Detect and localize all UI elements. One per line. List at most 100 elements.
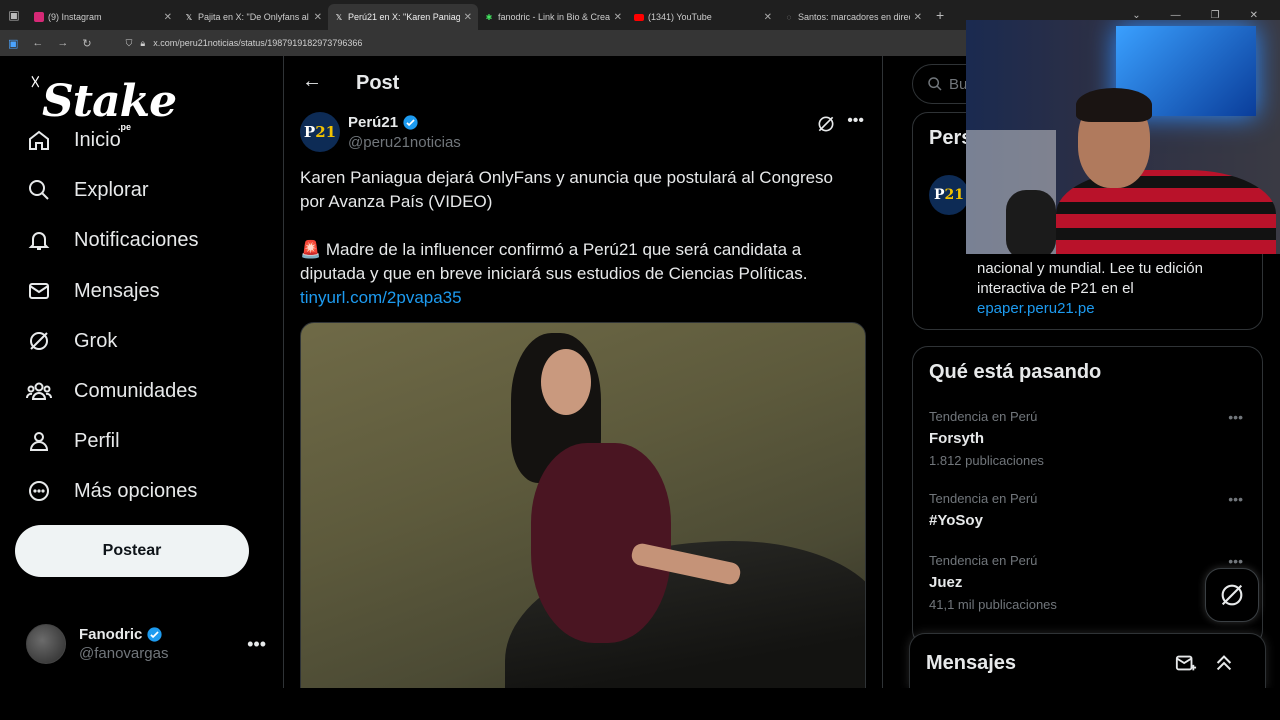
grok-floating-button[interactable]: [1205, 568, 1259, 622]
back-arrow-icon[interactable]: ←: [302, 70, 322, 93]
browser-tab[interactable]: ✱ fanodric - Link in Bio & Creator ✕: [478, 4, 628, 30]
close-icon[interactable]: ✕: [164, 12, 172, 23]
close-window-icon[interactable]: ✕: [1250, 10, 1258, 21]
search-icon: [928, 77, 942, 91]
chevron-up-double-icon[interactable]: [1213, 652, 1235, 674]
browser-tab-active[interactable]: 𝕏 Perú21 en X: "Karen Paniagua d ✕: [328, 4, 478, 30]
browser-tab[interactable]: (1341) YouTube ✕: [628, 4, 778, 30]
post-button[interactable]: Postear: [15, 525, 249, 577]
trend-item[interactable]: Tendencia en Perú Juez 41,1 mil publicac…: [929, 553, 1249, 612]
chevron-down-icon[interactable]: ⌄: [1132, 10, 1140, 21]
globe-icon: ◌: [786, 12, 792, 22]
trend-count: 41,1 mil publicaciones: [929, 597, 1057, 612]
close-icon[interactable]: ✕: [764, 12, 772, 23]
more-horizontal-icon[interactable]: •••: [847, 112, 864, 130]
back-nav-icon[interactable]: ←: [32, 37, 43, 49]
new-tab-icon[interactable]: +: [936, 7, 944, 23]
x-logo-icon: ☓: [30, 72, 41, 94]
post-image[interactable]: [300, 322, 866, 688]
bell-icon: [26, 227, 52, 253]
trend-context: Tendencia en Perú: [929, 409, 1038, 424]
x-icon: 𝕏: [335, 12, 343, 22]
shield-icon: ⛉: [125, 37, 133, 48]
trend-context: Tendencia en Perú: [929, 491, 1038, 506]
nav-item-inicio[interactable]: Inicio: [26, 125, 121, 155]
messages-drawer[interactable]: Mensajes: [909, 633, 1266, 688]
post-link[interactable]: tinyurl.com/2pvapa35: [300, 286, 860, 310]
verified-icon: [403, 115, 418, 130]
close-icon[interactable]: ✕: [314, 12, 322, 23]
tab-menu-icon[interactable]: ▣: [0, 0, 28, 30]
close-icon[interactable]: ✕: [614, 12, 622, 23]
nav-item-mas-opciones[interactable]: Más opciones: [26, 476, 197, 506]
youtube-icon: [634, 13, 644, 21]
nav-label: Mensajes: [74, 279, 160, 302]
browser-tab[interactable]: ◌ Santos: marcadores en directo, ✕: [778, 4, 928, 30]
verified-icon: [147, 627, 162, 642]
page-title: Post: [356, 72, 400, 94]
bio-link[interactable]: epaper.peru21.pe: [977, 300, 1095, 317]
more-circle-icon: [26, 478, 52, 504]
reload-icon[interactable]: ↻: [82, 37, 91, 50]
url-field[interactable]: ⛉ 🔒︎ x.com/peru21noticias/status/1987919…: [126, 38, 363, 49]
close-icon[interactable]: ✕: [914, 12, 922, 23]
mail-icon: [26, 278, 52, 304]
post-header: ← Post: [284, 56, 882, 109]
trend-item[interactable]: Tendencia en Perú Forsyth 1.812 publicac…: [929, 409, 1249, 468]
grok-icon: [1221, 584, 1243, 606]
more-horizontal-icon[interactable]: •••: [1228, 491, 1243, 507]
new-message-icon[interactable]: [1175, 652, 1197, 674]
nav-label: Más opciones: [74, 479, 198, 502]
author-handle[interactable]: @peru21noticias: [348, 134, 461, 151]
person-icon: [26, 428, 52, 454]
webcam-hair-shape: [1076, 88, 1152, 122]
trend-name: Juez: [929, 574, 963, 591]
post-author: P 21 Perú21 @peru21noticias •••: [300, 112, 870, 156]
forward-nav-icon[interactable]: →: [57, 37, 68, 49]
account-name: Fanodric: [79, 626, 143, 643]
post-text: Karen Paniagua dejará OnlyFans y anuncia…: [300, 166, 860, 310]
tab-title: Santos: marcadores en directo,: [798, 12, 910, 22]
left-sidebar: ☓ Stake .pe Inicio Explorar Notificacion…: [0, 56, 283, 688]
more-horizontal-icon[interactable]: •••: [1228, 409, 1243, 425]
avatar: [26, 624, 66, 664]
browser-tab[interactable]: 𝕏 Pajita en X: "De Onlyfans al con ✕: [178, 4, 328, 30]
close-icon[interactable]: ✕: [464, 12, 472, 23]
search-icon: [26, 177, 52, 203]
sidebar-toggle-icon[interactable]: ▣: [8, 37, 18, 50]
more-horizontal-icon[interactable]: •••: [1228, 553, 1243, 569]
grok-icon[interactable]: [816, 114, 836, 139]
nav-label: Grok: [74, 329, 118, 352]
logo-number: 21: [944, 187, 964, 203]
more-horizontal-icon[interactable]: •••: [247, 634, 266, 655]
webcam-shirt-shape: [1056, 170, 1276, 254]
logo-letter: P: [303, 123, 316, 141]
nav-item-grok[interactable]: Grok: [26, 326, 117, 356]
tab-title: (9) Instagram: [48, 12, 102, 22]
nav-label: Explorar: [74, 178, 149, 201]
trend-item[interactable]: Tendencia en Perú #YoSoy •••: [929, 491, 1249, 529]
card-avatar[interactable]: P 21: [929, 175, 969, 215]
trend-name: Forsyth: [929, 430, 985, 447]
account-name-row: Fanodric: [79, 626, 168, 643]
account-switcher[interactable]: Fanodric @fanovargas •••: [26, 622, 266, 666]
stake-logo[interactable]: ☓ Stake .pe: [30, 70, 177, 132]
nav-item-perfil[interactable]: Perfil: [26, 426, 120, 456]
post-column: ← Post P 21 Perú21 @peru21noticias ••• Ka…: [283, 56, 883, 688]
minimize-icon[interactable]: —: [1171, 10, 1181, 21]
author-avatar[interactable]: P 21: [300, 112, 340, 152]
tab-title: Pajita en X: "De Onlyfans al con: [198, 12, 310, 22]
home-icon: [26, 127, 52, 153]
nav-item-notificaciones[interactable]: Notificaciones: [26, 225, 199, 255]
linktree-icon: ✱: [485, 12, 493, 22]
nav-item-comunidades[interactable]: Comunidades: [26, 376, 197, 406]
webcam-overlay: [966, 20, 1280, 254]
account-handle: @fanovargas: [79, 645, 169, 662]
author-name-row[interactable]: Perú21: [348, 114, 419, 131]
browser-tab[interactable]: (9) Instagram ✕: [28, 4, 178, 30]
restore-icon[interactable]: ❐: [1211, 10, 1220, 21]
nav-item-mensajes[interactable]: Mensajes: [26, 276, 160, 306]
nav-item-explorar[interactable]: Explorar: [26, 175, 148, 205]
lock-icon: 🔒︎: [140, 37, 146, 48]
grok-icon: [26, 328, 52, 354]
